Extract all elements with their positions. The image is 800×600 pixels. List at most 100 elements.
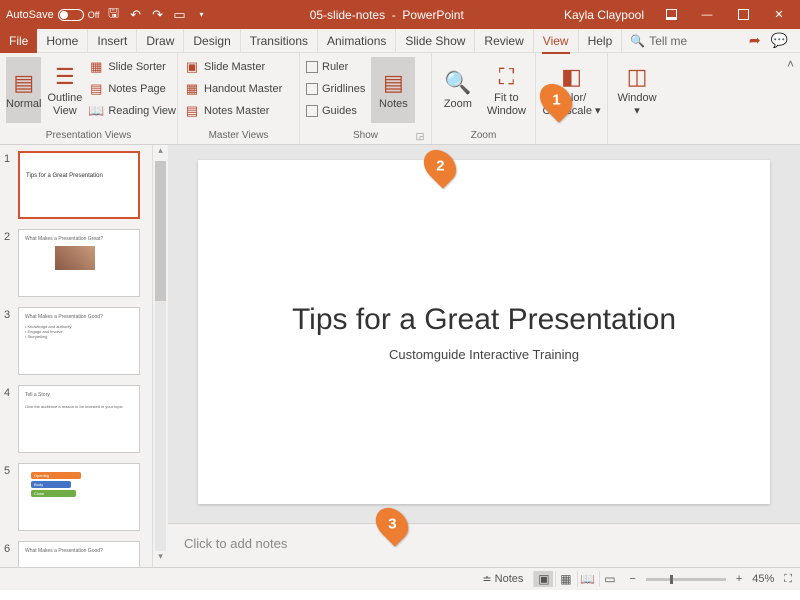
undo-icon[interactable]: ↶ bbox=[128, 7, 144, 23]
scroll-down-icon[interactable]: ▾ bbox=[153, 551, 168, 567]
gridlines-checkbox[interactable]: Gridlines bbox=[306, 79, 365, 99]
tab-view[interactable]: View bbox=[534, 29, 579, 53]
ribbon-display-icon[interactable] bbox=[654, 0, 688, 29]
handout-master-button[interactable]: ▦Handout Master bbox=[184, 79, 282, 99]
reading-view-status-icon[interactable]: 📖 bbox=[577, 571, 597, 587]
scroll-up-icon[interactable]: ▴ bbox=[153, 145, 168, 161]
zoom-button[interactable]: 🔍 Zoom bbox=[438, 57, 478, 123]
thumb-row[interactable]: 1 Tips for a Great Presentation bbox=[4, 151, 148, 219]
guides-checkbox[interactable]: Guides bbox=[306, 101, 365, 121]
dialog-launcher-icon[interactable]: ◲ bbox=[415, 131, 425, 141]
group-window: ◫ Window▾ bbox=[608, 53, 666, 144]
redo-icon[interactable]: ↷ bbox=[150, 7, 166, 23]
group-label-show: Show◲ bbox=[306, 128, 425, 143]
qat-dropdown-icon[interactable]: ▾ bbox=[194, 7, 210, 23]
save-icon[interactable]: 🖫 bbox=[106, 7, 122, 23]
reading-view-button[interactable]: 📖Reading View bbox=[88, 101, 176, 121]
zoom-knob[interactable] bbox=[670, 575, 673, 584]
user-name[interactable]: Kayla Claypool bbox=[564, 8, 644, 22]
collapse-ribbon-icon[interactable]: ˄ bbox=[787, 57, 794, 71]
notes-icon: ▤ bbox=[378, 68, 408, 98]
slide-title[interactable]: Tips for a Great Presentation bbox=[292, 303, 676, 337]
checkbox-icon bbox=[306, 105, 318, 117]
thumb-number: 6 bbox=[4, 541, 14, 567]
slide-master-button[interactable]: ▣Slide Master bbox=[184, 57, 282, 77]
outline-label: Outline View bbox=[47, 92, 82, 118]
ribbon: ▤ Normal ☰ Outline View ▦Slide Sorter ▤N… bbox=[0, 53, 800, 145]
slide-thumbnail-4[interactable]: Tell a StoryGive the audience a reason t… bbox=[18, 385, 140, 453]
thumb-row[interactable]: 4 Tell a StoryGive the audience a reason… bbox=[4, 385, 148, 453]
thumb-number: 5 bbox=[4, 463, 14, 531]
toggle-off-icon bbox=[58, 9, 84, 21]
zoom-in-button[interactable]: + bbox=[736, 573, 742, 585]
slide-thumbnail-panel: 1 Tips for a Great Presentation 2 What M… bbox=[0, 145, 168, 567]
tab-help[interactable]: Help bbox=[579, 29, 623, 53]
slide-sorter-icon: ▦ bbox=[88, 59, 104, 75]
minimize-button[interactable]: — bbox=[690, 0, 724, 29]
normal-view-button[interactable]: ▤ Normal bbox=[6, 57, 41, 123]
notes-label: Notes bbox=[379, 98, 408, 111]
notes-master-button[interactable]: ▤Notes Master bbox=[184, 101, 282, 121]
checkbox-icon bbox=[306, 61, 318, 73]
slide-thumbnail-3[interactable]: What Makes a Presentation Good?• Knowled… bbox=[18, 307, 140, 375]
thumbnail-scrollbar[interactable]: ▴ ▾ bbox=[152, 145, 168, 567]
window-button[interactable]: ◫ Window▾ bbox=[614, 57, 660, 123]
slide-canvas[interactable]: Tips for a Great Presentation Customguid… bbox=[168, 145, 800, 519]
tab-transitions[interactable]: Transitions bbox=[241, 29, 318, 53]
maximize-button[interactable] bbox=[726, 0, 760, 29]
tell-me-search[interactable]: 🔍 Tell me bbox=[622, 34, 687, 48]
thumb-row[interactable]: 5 Opening Body Close bbox=[4, 463, 148, 531]
fit-to-window-button[interactable]: ⛶ Fit to Window bbox=[484, 57, 529, 123]
zoom-percent[interactable]: 45% bbox=[752, 573, 774, 585]
slide-thumbnail-6[interactable]: What Makes a Presentation Good? bbox=[18, 541, 140, 567]
slide-subtitle[interactable]: Customguide Interactive Training bbox=[389, 347, 579, 362]
tab-animations[interactable]: Animations bbox=[318, 29, 396, 53]
title-bar: AutoSave Off 🖫 ↶ ↷ ▭ ▾ 05-slide-notes - … bbox=[0, 0, 800, 29]
slide-thumbnail-5[interactable]: Opening Body Close bbox=[18, 463, 140, 531]
ruler-checkbox[interactable]: Ruler bbox=[306, 57, 365, 77]
group-master-views: ▣Slide Master ▦Handout Master ▤Notes Mas… bbox=[178, 53, 300, 144]
outline-view-icon: ☰ bbox=[50, 62, 80, 92]
outline-view-button[interactable]: ☰ Outline View bbox=[47, 57, 82, 123]
tab-slide-show[interactable]: Slide Show bbox=[396, 29, 475, 53]
notes-toggle[interactable]: ≐Notes bbox=[482, 573, 523, 586]
tab-review[interactable]: Review bbox=[475, 29, 533, 53]
autosave-toggle[interactable]: AutoSave Off bbox=[6, 9, 100, 21]
slideshow-status-icon[interactable]: ▭ bbox=[599, 571, 619, 587]
thumb-row[interactable]: 6 What Makes a Presentation Good? bbox=[4, 541, 148, 567]
tab-home[interactable]: Home bbox=[37, 29, 88, 53]
fit-to-window-status-icon[interactable]: ⛶ bbox=[784, 573, 792, 586]
thumb-image-icon bbox=[55, 246, 95, 270]
slide-sorter-status-icon[interactable]: ▦ bbox=[555, 571, 575, 587]
tab-design[interactable]: Design bbox=[184, 29, 240, 53]
group-label-zoom: Zoom bbox=[438, 128, 529, 143]
tab-draw[interactable]: Draw bbox=[137, 29, 184, 53]
zoom-icon: 🔍 bbox=[443, 68, 473, 98]
slide-thumbnail-2[interactable]: What Makes a Presentation Great? bbox=[18, 229, 140, 297]
group-zoom: 🔍 Zoom ⛶ Fit to Window Zoom bbox=[432, 53, 536, 144]
slide-sorter-button[interactable]: ▦Slide Sorter bbox=[88, 57, 176, 77]
scroll-handle[interactable] bbox=[155, 161, 166, 301]
start-from-beginning-icon[interactable]: ▭ bbox=[172, 7, 188, 23]
tab-insert[interactable]: Insert bbox=[88, 29, 137, 53]
notes-page-button[interactable]: ▤Notes Page bbox=[88, 79, 176, 99]
notes-pane[interactable]: Click to add notes bbox=[168, 523, 800, 567]
zoom-slider[interactable] bbox=[646, 578, 726, 581]
share-icon[interactable]: ➦ bbox=[749, 32, 761, 49]
slide-area: Tips for a Great Presentation Customguid… bbox=[168, 145, 800, 567]
thumb-row[interactable]: 2 What Makes a Presentation Great? bbox=[4, 229, 148, 297]
tab-file[interactable]: File bbox=[0, 29, 37, 53]
thumb-number: 3 bbox=[4, 307, 14, 375]
zoom-out-button[interactable]: − bbox=[629, 573, 635, 585]
slide-master-icon: ▣ bbox=[184, 59, 200, 75]
notes-button[interactable]: ▤ Notes bbox=[371, 57, 415, 123]
normal-view-icon: ▤ bbox=[9, 68, 39, 98]
slide[interactable]: Tips for a Great Presentation Customguid… bbox=[198, 160, 770, 504]
thumb-row[interactable]: 3 What Makes a Presentation Good?• Knowl… bbox=[4, 307, 148, 375]
close-button[interactable]: ✕ bbox=[762, 0, 796, 29]
comments-icon[interactable]: 💬 bbox=[771, 32, 788, 49]
group-label-presentation-views: Presentation Views bbox=[6, 128, 171, 143]
slide-thumbnail-1[interactable]: Tips for a Great Presentation bbox=[18, 151, 140, 219]
ribbon-tabs: File Home Insert Draw Design Transitions… bbox=[0, 29, 800, 53]
normal-view-status-icon[interactable]: ▣ bbox=[533, 571, 553, 587]
